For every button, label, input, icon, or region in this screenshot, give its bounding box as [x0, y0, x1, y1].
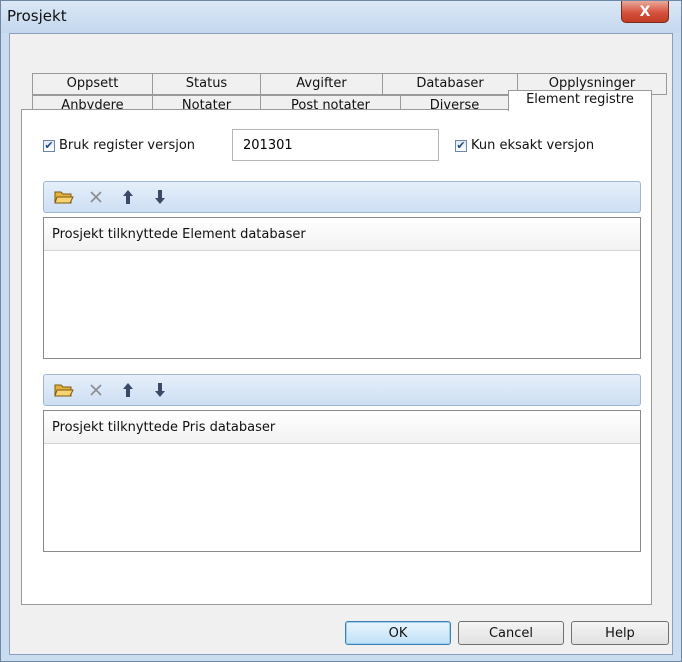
- title-bar[interactable]: Prosjekt X: [1, 1, 681, 33]
- move-down-icon[interactable]: [150, 380, 170, 400]
- delete-x-icon[interactable]: [86, 187, 106, 207]
- checkmark-icon: ✔: [455, 139, 467, 152]
- tab-status[interactable]: Status: [152, 73, 261, 95]
- close-button[interactable]: X: [621, 1, 669, 23]
- help-button[interactable]: Help: [571, 621, 669, 645]
- element-db-toolbar: [43, 181, 641, 213]
- checkmark-icon: ✔: [43, 139, 55, 152]
- element-db-list[interactable]: Prosjekt tilknyttede Element databaser: [43, 217, 641, 359]
- window-title: Prosjekt: [7, 7, 67, 25]
- move-up-icon[interactable]: [118, 187, 138, 207]
- exact-version-checkbox[interactable]: ✔ Kun eksakt versjon: [455, 138, 594, 153]
- dialog-window: Prosjekt X Oppsett Status Avgifter Datab…: [0, 0, 682, 662]
- open-folder-icon[interactable]: [54, 380, 74, 400]
- delete-x-icon[interactable]: [86, 380, 106, 400]
- exact-version-label: Kun eksakt versjon: [471, 138, 595, 153]
- tab-oppsett[interactable]: Oppsett: [32, 73, 153, 95]
- use-register-version-label: Bruk register versjon: [59, 138, 196, 153]
- price-db-list[interactable]: Prosjekt tilknyttede Pris databaser: [43, 410, 641, 552]
- use-register-version-checkbox[interactable]: ✔ Bruk register versjon: [43, 138, 195, 153]
- move-down-icon[interactable]: [150, 187, 170, 207]
- tab-databaser[interactable]: Databaser: [382, 73, 518, 95]
- register-version-input[interactable]: [232, 129, 439, 161]
- tab-element-registre[interactable]: Element registre: [508, 90, 652, 111]
- move-up-icon[interactable]: [118, 380, 138, 400]
- price-db-toolbar: [43, 374, 641, 406]
- ok-button[interactable]: OK: [345, 621, 451, 645]
- open-folder-icon[interactable]: [54, 187, 74, 207]
- close-icon: X: [639, 3, 651, 20]
- tab-avgifter[interactable]: Avgifter: [260, 73, 383, 95]
- element-db-list-header[interactable]: Prosjekt tilknyttede Element databaser: [44, 218, 640, 251]
- cancel-button[interactable]: Cancel: [458, 621, 564, 645]
- price-db-list-header[interactable]: Prosjekt tilknyttede Pris databaser: [44, 411, 640, 444]
